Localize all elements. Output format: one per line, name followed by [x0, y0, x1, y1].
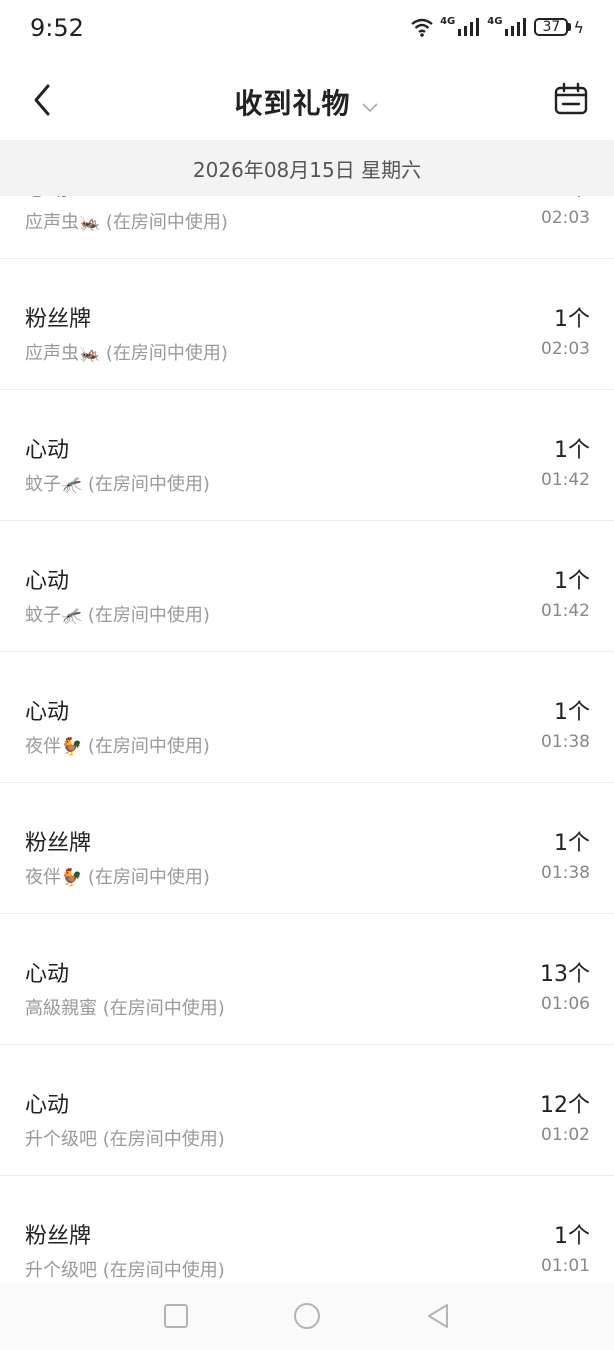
rooster-icon: 🐓	[61, 737, 83, 757]
network-type-label-2: 4G	[487, 16, 503, 27]
date-section-header: 2026年08月15日 星期六	[0, 140, 614, 196]
gift-type: 粉丝牌	[25, 307, 92, 332]
signal-icon	[458, 18, 480, 36]
status-bar: 9:52 4G 4G 37 ϟ	[0, 0, 614, 62]
gift-time: 01:42	[541, 470, 590, 490]
list-item[interactable]: 心动 高級親蜜 (在房间中使用) 13个 01:06	[0, 914, 614, 1045]
square-icon	[164, 1304, 188, 1328]
charging-icon: ϟ	[573, 17, 584, 37]
battery-level: 37	[534, 18, 569, 36]
gift-count: 1个	[554, 1224, 590, 1249]
list-item[interactable]: 心动 升个级吧 (在房间中使用) 12个 01:02	[0, 1045, 614, 1176]
recents-button[interactable]	[158, 1298, 194, 1334]
gift-count: 1个	[554, 307, 590, 332]
gift-count: 13个	[540, 962, 590, 987]
signal-icon-2	[505, 18, 527, 36]
gift-count: 1个	[554, 569, 590, 594]
mosquito-icon: 🦟	[61, 606, 83, 626]
calendar-button[interactable]	[554, 82, 588, 116]
mosquito-icon: 🦟	[61, 475, 83, 495]
chevron-down-icon	[361, 102, 378, 112]
gift-count: 1个	[554, 831, 590, 856]
status-time: 9:52	[30, 14, 84, 42]
gift-time: 01:02	[541, 1125, 590, 1145]
gift-desc: 蚊子🦟 (在房间中使用)	[25, 474, 210, 495]
gift-time: 01:38	[541, 863, 590, 883]
gift-time: 01:01	[541, 1256, 590, 1276]
rooster-icon: 🐓	[61, 868, 83, 888]
gift-count: 12个	[540, 1093, 590, 1118]
home-button[interactable]	[289, 1298, 325, 1334]
gift-type: 粉丝牌	[25, 1224, 92, 1249]
triangle-back-icon	[428, 1304, 448, 1328]
network-type-label: 4G	[440, 16, 456, 27]
gift-count: 1个	[554, 438, 590, 463]
nav-back-button[interactable]	[420, 1298, 456, 1334]
gift-list: 心动 应声虫🦗 (在房间中使用) 8个 02:03 粉丝牌 应声虫🦗 (在房间中…	[0, 128, 614, 1307]
gift-desc: 升个级吧 (在房间中使用)	[25, 1129, 225, 1150]
gift-type: 心动	[25, 962, 70, 987]
date-label: 2026年08月15日 星期六	[192, 158, 422, 182]
gift-type: 心动	[25, 438, 70, 463]
system-nav-bar	[0, 1282, 614, 1350]
cricket-icon: 🦗	[79, 213, 101, 233]
list-item[interactable]: 粉丝牌 应声虫🦗 (在房间中使用) 1个 02:03	[0, 259, 614, 390]
gift-desc: 高級親蜜 (在房间中使用)	[25, 998, 225, 1019]
battery-icon: 37 ϟ	[534, 18, 584, 37]
gift-type: 心动	[25, 1093, 70, 1118]
list-item[interactable]: 心动 蚊子🦟 (在房间中使用) 1个 01:42	[0, 390, 614, 521]
gift-desc: 蚊子🦟 (在房间中使用)	[25, 605, 210, 626]
gift-time: 02:03	[541, 208, 590, 228]
page-title: 收到礼物	[234, 87, 351, 120]
gift-desc: 夜伴🐓 (在房间中使用)	[25, 736, 210, 757]
gift-type: 心动	[25, 700, 70, 725]
cricket-icon: 🦗	[79, 344, 101, 364]
gift-time: 02:03	[541, 339, 590, 359]
calendar-icon	[554, 82, 588, 115]
gift-desc: 升个级吧 (在房间中使用)	[25, 1260, 225, 1281]
gift-count: 1个	[554, 700, 590, 725]
wifi-icon	[411, 18, 433, 37]
gift-desc: 夜伴🐓 (在房间中使用)	[25, 867, 210, 888]
gift-time: 01:38	[541, 732, 590, 752]
gift-time: 01:42	[541, 601, 590, 621]
gift-type: 粉丝牌	[25, 831, 92, 856]
circle-icon	[294, 1303, 320, 1329]
gift-type: 心动	[25, 569, 70, 594]
list-item[interactable]: 心动 蚊子🦟 (在房间中使用) 1个 01:42	[0, 521, 614, 652]
gift-time: 01:06	[541, 994, 590, 1014]
title-dropdown[interactable]: 收到礼物	[0, 82, 614, 122]
gift-desc: 应声虫🦗 (在房间中使用)	[25, 343, 228, 364]
list-item[interactable]: 粉丝牌 夜伴🐓 (在房间中使用) 1个 01:38	[0, 783, 614, 914]
gift-desc: 应声虫🦗 (在房间中使用)	[25, 212, 228, 233]
list-item[interactable]: 心动 夜伴🐓 (在房间中使用) 1个 01:38	[0, 652, 614, 783]
status-icons: 4G 4G 37 ϟ	[410, 16, 584, 37]
